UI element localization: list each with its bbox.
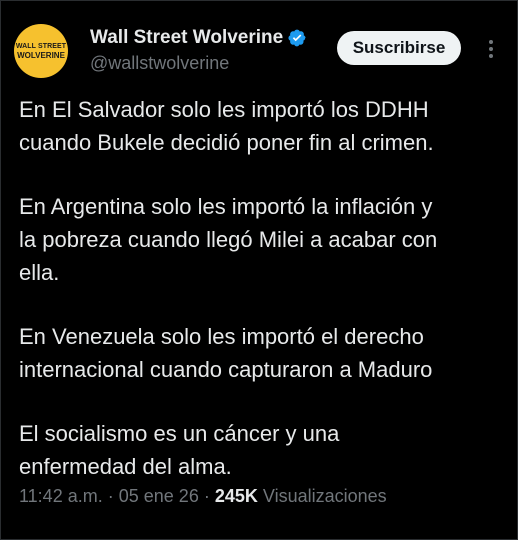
account-handle[interactable]: @wallstwolverine [90, 53, 307, 74]
meta-separator: · [203, 486, 210, 506]
post-line: En Argentina solo les importó la inflaci… [19, 194, 433, 219]
post-header: WALL STREET WOLVERINE Wall Street Wolver… [14, 24, 505, 80]
more-vertical-icon[interactable] [480, 36, 502, 62]
views-label: Visualizaciones [262, 486, 387, 506]
display-name[interactable]: Wall Street Wolverine [90, 27, 283, 49]
author-info: Wall Street Wolverine @wallstwolverine [90, 26, 307, 74]
post-card: WALL STREET WOLVERINE Wall Street Wolver… [0, 0, 518, 540]
post-time[interactable]: 11:42 a.m. [19, 486, 103, 506]
post-line: enfermedad del alma. [19, 454, 232, 479]
meta-separator: · [107, 486, 114, 506]
post-paragraph: En Argentina solo les importó la inflaci… [19, 190, 509, 289]
post-text: En El Salvador solo les importó los DDHH… [19, 93, 509, 483]
views-count[interactable]: 245K [215, 486, 258, 506]
post-line: cuando Bukele decidió poner fin al crime… [19, 130, 434, 155]
post-line: internacional cuando capturaron a Maduro [19, 357, 433, 382]
post-line: ella. [19, 260, 60, 285]
avatar[interactable]: WALL STREET WOLVERINE [14, 24, 68, 78]
post-line: El socialismo es un cáncer y una [19, 421, 340, 446]
avatar-logo-text-line2: WOLVERINE [17, 50, 65, 60]
verified-badge-icon [287, 28, 307, 48]
post-paragraph: El socialismo es un cáncer y una enferme… [19, 417, 509, 483]
display-name-row: Wall Street Wolverine [90, 26, 307, 50]
post-line: la pobreza cuando llegó Milei a acabar c… [19, 227, 438, 252]
post-date[interactable]: 05 ene 26 [119, 486, 199, 506]
post-paragraph: En Venezuela solo les importó el derecho… [19, 320, 509, 386]
post-paragraph: En El Salvador solo les importó los DDHH… [19, 93, 509, 159]
post-meta: 11:42 a.m. · 05 ene 26 · 245K Visualizac… [19, 486, 387, 507]
post-line: En El Salvador solo les importó los DDHH [19, 97, 429, 122]
post-line: En Venezuela solo les importó el derecho [19, 324, 424, 349]
subscribe-button[interactable]: Suscribirse [337, 31, 461, 65]
avatar-logo-text-line1: WALL STREET [15, 42, 67, 50]
